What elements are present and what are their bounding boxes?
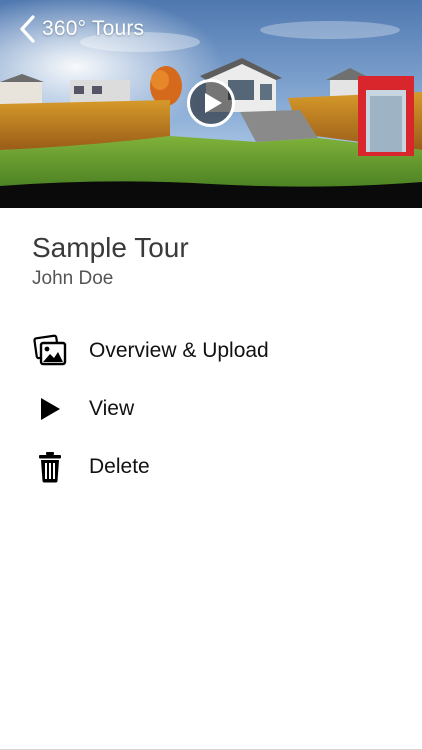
overview-upload-label: Overview & Upload <box>89 339 269 362</box>
back-button[interactable]: 360° Tours <box>18 12 144 46</box>
back-label: 360° Tours <box>42 17 145 40</box>
tour-owner: John Doe <box>32 268 114 289</box>
view-item[interactable]: View <box>0 380 422 438</box>
delete-item[interactable]: Delete <box>0 438 422 496</box>
tour-preview-image[interactable]: 360° Tours <box>0 0 422 208</box>
overview-upload-item[interactable]: Overview & Upload <box>0 322 422 380</box>
photos-icon <box>33 334 67 368</box>
view-label: View <box>89 397 135 420</box>
chevron-left-icon <box>20 15 35 43</box>
tour-title: Sample Tour <box>32 232 189 263</box>
play-circle-icon <box>187 79 235 127</box>
trash-icon <box>33 450 67 484</box>
play-icon <box>33 392 67 426</box>
play-tour-button[interactable] <box>186 78 236 128</box>
delete-label: Delete <box>89 455 150 478</box>
